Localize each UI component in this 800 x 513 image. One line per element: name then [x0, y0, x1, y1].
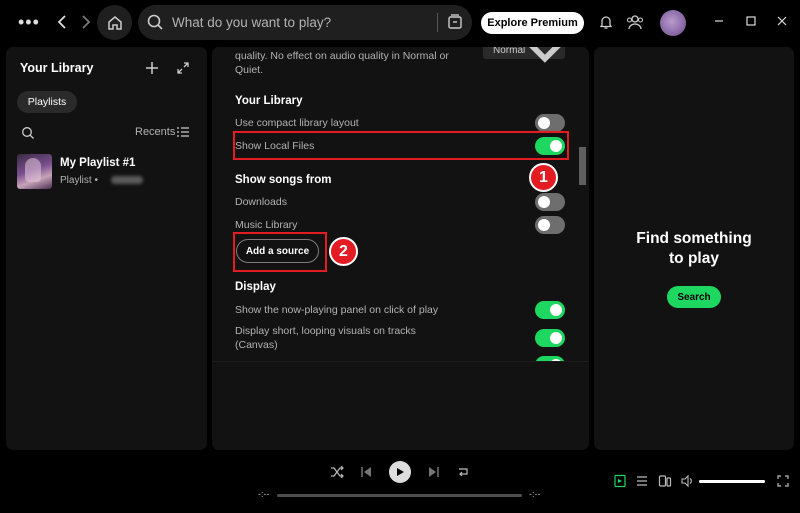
- nowplaying-toggle[interactable]: [535, 301, 565, 319]
- maximize-icon[interactable]: [744, 14, 758, 28]
- step-badge-1: 1: [529, 163, 558, 192]
- highlight-box-1: [233, 131, 569, 160]
- shuffle-icon[interactable]: [330, 465, 344, 479]
- sort-recents[interactable]: Recents: [135, 126, 175, 138]
- library-panel: Your Library Playlists Recents My Playli…: [6, 47, 207, 450]
- search-divider: [437, 13, 438, 32]
- nowplaying-label: Show the now-playing panel on click of p…: [235, 304, 439, 316]
- music-library-toggle[interactable]: [535, 216, 565, 234]
- audio-quality-description: quality. No effect on audio quality in N…: [235, 50, 449, 76]
- connect-device-icon[interactable]: [658, 474, 672, 488]
- empty-state-title: Find something to play: [594, 229, 794, 269]
- empty-state-title-text: Find something to play: [636, 230, 752, 267]
- playlist-cover: [17, 154, 52, 189]
- library-search-icon[interactable]: [21, 126, 35, 140]
- your-library-heading: Your Library: [235, 95, 303, 107]
- next-icon[interactable]: [427, 465, 441, 479]
- playlists-filter-chip[interactable]: Playlists: [17, 91, 77, 113]
- downloads-label: Downloads: [235, 196, 287, 208]
- playlist-title: My Playlist #1: [60, 157, 136, 169]
- minimize-icon[interactable]: [712, 14, 726, 28]
- playlist-subtitle: Playlist •: [60, 175, 98, 186]
- time-total: -:--: [529, 489, 541, 499]
- volume-icon[interactable]: [680, 474, 694, 488]
- downloads-toggle[interactable]: [535, 193, 565, 211]
- search-button[interactable]: Search: [667, 286, 721, 308]
- browse-icon[interactable]: [446, 13, 464, 31]
- display-heading: Display: [235, 281, 276, 293]
- add-icon[interactable]: [143, 59, 161, 77]
- progress-bar[interactable]: [277, 494, 522, 497]
- volume-slider[interactable]: [699, 480, 765, 483]
- compact-layout-toggle[interactable]: [535, 114, 565, 132]
- play-button[interactable]: [389, 461, 411, 483]
- fullscreen-icon[interactable]: [776, 474, 790, 488]
- expand-icon[interactable]: [176, 61, 190, 75]
- avatar[interactable]: [660, 10, 686, 36]
- home-button[interactable]: [97, 5, 132, 40]
- back-arrow-icon[interactable]: [52, 12, 72, 32]
- list-item[interactable]: My Playlist #1 Playlist •: [17, 154, 197, 192]
- canvas-label: Display short, looping visuals on tracks…: [235, 325, 416, 351]
- home-icon: [107, 15, 122, 30]
- forward-arrow-icon[interactable]: [76, 12, 96, 32]
- show-songs-from-heading: Show songs from: [235, 174, 332, 186]
- now-playing-view-icon[interactable]: [613, 474, 627, 488]
- panel-bottom-fill: [212, 361, 589, 450]
- play-icon: [397, 468, 404, 476]
- blurred-owner-name: [111, 176, 143, 184]
- repeat-icon[interactable]: [456, 465, 470, 479]
- step-badge-2: 2: [329, 237, 358, 266]
- previous-icon[interactable]: [359, 465, 373, 479]
- settings-panel: quality. No effect on audio quality in N…: [212, 47, 589, 450]
- queue-icon[interactable]: [635, 474, 649, 488]
- time-elapsed: -:--: [258, 489, 270, 499]
- scrollbar-thumb[interactable]: [579, 147, 586, 185]
- audio-quality-select[interactable]: Normal: [483, 47, 565, 63]
- now-playing-panel: Find something to play Search: [594, 47, 794, 450]
- search-input[interactable]: [172, 5, 432, 40]
- highlight-box-2: [233, 232, 327, 272]
- search-bar[interactable]: [138, 5, 472, 40]
- chevron-down-icon: [529, 47, 562, 63]
- audio-quality-value: Normal: [493, 47, 526, 56]
- close-icon[interactable]: [775, 14, 789, 28]
- canvas-toggle[interactable]: [535, 329, 565, 347]
- bell-icon[interactable]: [598, 14, 614, 30]
- player-bar: -:-- -:--: [0, 452, 800, 513]
- library-title: Your Library: [20, 61, 94, 75]
- search-icon: [147, 14, 163, 30]
- top-bar: ••• Explore Premium: [0, 0, 800, 46]
- menu-dots-icon[interactable]: •••: [18, 13, 40, 31]
- list-view-icon[interactable]: [176, 126, 190, 138]
- music-library-label: Music Library: [235, 219, 298, 231]
- friend-activity-icon[interactable]: [626, 14, 644, 30]
- compact-layout-label: Use compact library layout: [235, 117, 359, 129]
- explore-premium-button[interactable]: Explore Premium: [481, 12, 584, 34]
